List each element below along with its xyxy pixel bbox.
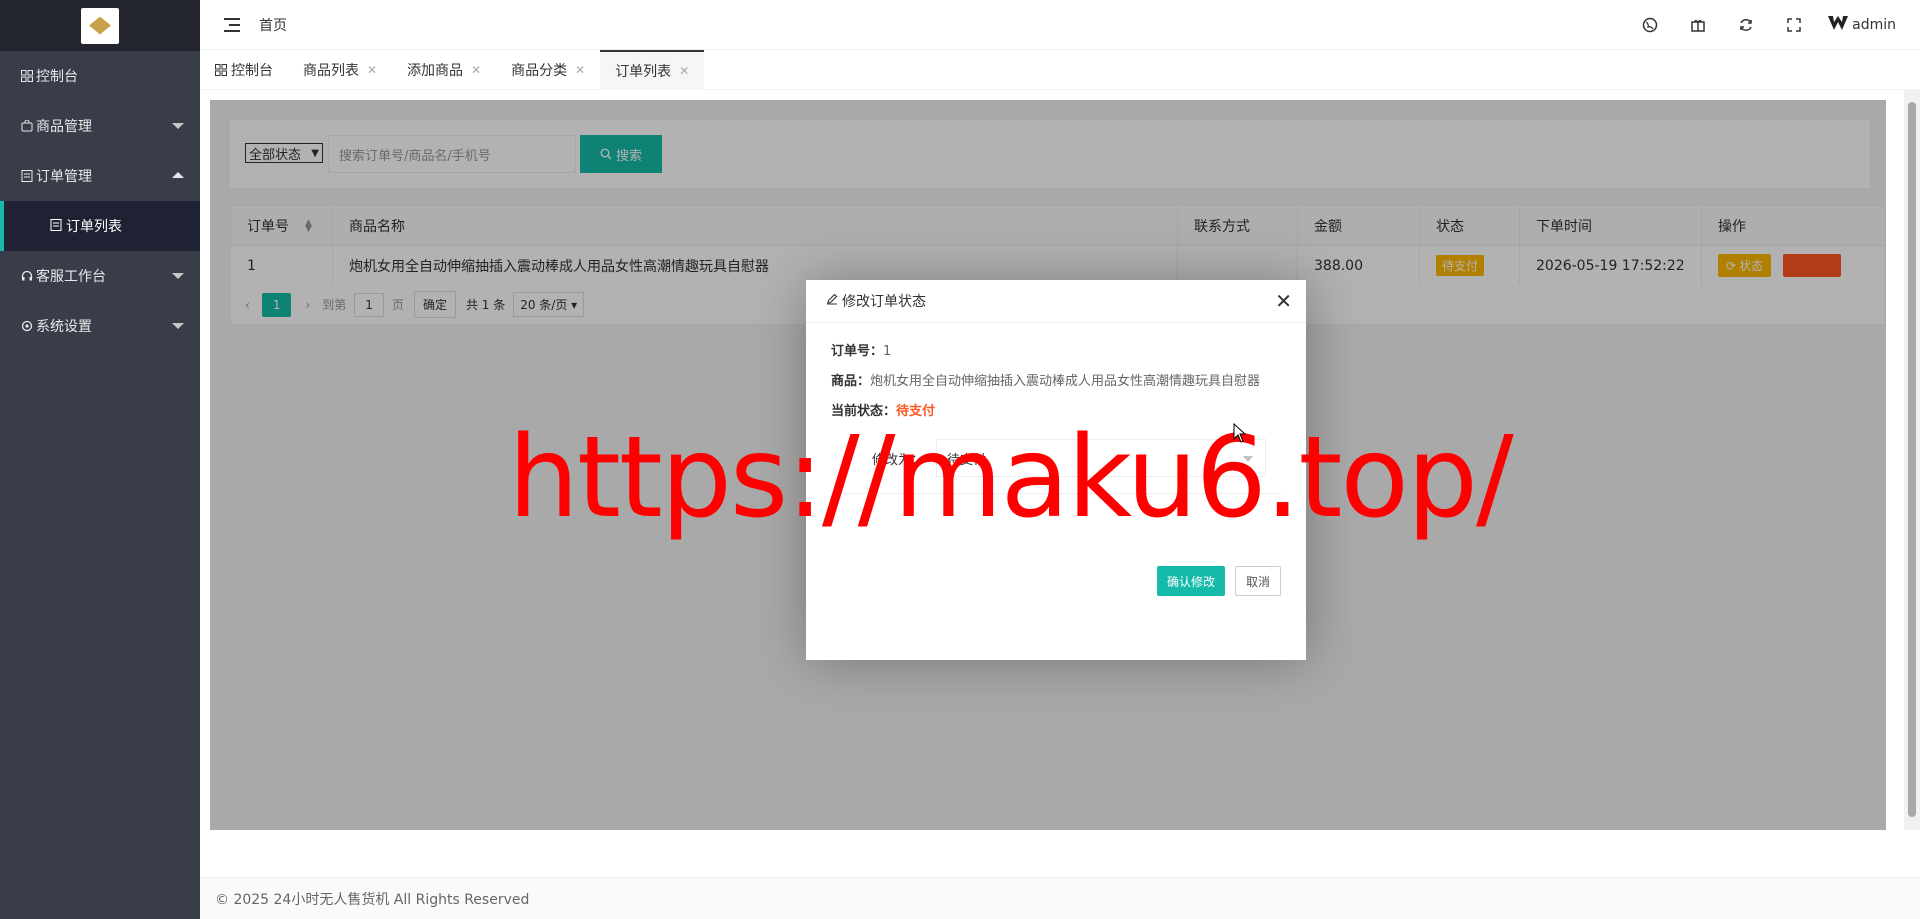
- mouse-cursor-icon: [1233, 423, 1247, 443]
- close-icon[interactable]: ✕: [367, 63, 377, 77]
- clear-cache-icon[interactable]: [1674, 0, 1722, 50]
- sidebar-item-label: 订单列表: [66, 219, 122, 235]
- tab-label: 控制台: [231, 63, 273, 79]
- scrollbar[interactable]: [1904, 90, 1920, 830]
- watermark-text: https://maku6.top/: [508, 413, 1514, 543]
- modal-title: 修改订单状态: [842, 294, 926, 310]
- sidebar-item-label: 系统设置: [36, 319, 92, 335]
- tab-label: 添加商品: [407, 63, 464, 79]
- sidebar-item-order-list[interactable]: 订单列表: [0, 201, 200, 251]
- close-icon[interactable]: ✕: [471, 63, 481, 77]
- sidebar-item-support[interactable]: 客服工作台: [0, 251, 200, 301]
- close-icon[interactable]: ✕: [679, 64, 689, 78]
- copyright: © 2025 24小时无人售货机 All Rights Reserved: [215, 891, 530, 908]
- scrollbar-thumb[interactable]: [1908, 102, 1916, 817]
- list-icon: [20, 169, 34, 183]
- fullscreen-icon[interactable]: [1770, 0, 1818, 50]
- sidebar-item-label: 控制台: [36, 69, 78, 85]
- header-actions: admin: [1626, 0, 1920, 50]
- tab-bar: 控制台 商品列表 ✕ 添加商品 ✕ 商品分类 ✕ 订单列表 ✕: [200, 50, 1920, 90]
- tab-dashboard[interactable]: 控制台: [200, 50, 288, 90]
- bag-icon: [20, 119, 34, 133]
- tab-product-list[interactable]: 商品列表 ✕: [288, 50, 392, 90]
- close-icon[interactable]: ✕: [575, 63, 585, 77]
- tab-label: 商品列表: [303, 63, 359, 79]
- menu-toggle-icon[interactable]: [224, 17, 240, 32]
- sidebar-item-dashboard[interactable]: 控制台: [0, 51, 200, 101]
- cancel-button[interactable]: 取消: [1234, 566, 1281, 596]
- sidebar-item-label: 订单管理: [36, 169, 92, 185]
- sidebar-item-orders[interactable]: 订单管理: [0, 151, 200, 201]
- sidebar-item-settings[interactable]: 系统设置: [0, 301, 200, 351]
- confirm-button[interactable]: 确认修改: [1156, 566, 1225, 596]
- logo-area: [0, 0, 200, 51]
- avatar-icon: [1828, 16, 1849, 34]
- gear-icon: [20, 319, 34, 333]
- logo[interactable]: [81, 7, 119, 44]
- chevron-up-icon: [172, 172, 184, 178]
- close-icon[interactable]: ✕: [1275, 291, 1292, 311]
- refresh-icon[interactable]: [1722, 0, 1770, 50]
- modal-actions: 确认修改 取消: [1147, 566, 1281, 596]
- chevron-down-icon: [172, 123, 184, 129]
- modal-header: 修改订单状态 ✕: [806, 280, 1306, 323]
- order-id-line: 订单号：1: [831, 344, 892, 359]
- username: admin: [1852, 17, 1896, 33]
- chevron-down-icon: [172, 323, 184, 329]
- dashboard-icon: [20, 69, 34, 83]
- sidebar-item-label: 客服工作台: [36, 269, 106, 285]
- headset-icon: [20, 269, 34, 283]
- dashboard-icon: [215, 64, 227, 76]
- product-line: 商品：炮机女用全自动伸缩抽插入震动棒成人用品女性高潮情趣玩具自慰器: [831, 374, 1261, 389]
- chevron-down-icon: [172, 273, 184, 279]
- top-header: 首页 admin: [200, 0, 1920, 50]
- sidebar-item-label: 商品管理: [36, 119, 92, 135]
- footer: © 2025 24小时无人售货机 All Rights Reserved: [200, 877, 1920, 919]
- user-menu[interactable]: admin: [1818, 16, 1920, 34]
- globe-icon[interactable]: [1626, 0, 1674, 50]
- list-icon: [50, 219, 64, 233]
- tab-label: 订单列表: [615, 64, 672, 80]
- sidebar: 控制台 商品管理 订单管理 订单列表 客服工作台 系统设置: [0, 0, 200, 919]
- tab-product-category[interactable]: 商品分类 ✕: [496, 50, 600, 90]
- edit-icon: [826, 293, 838, 309]
- tab-label: 商品分类: [511, 63, 568, 79]
- sidebar-item-products[interactable]: 商品管理: [0, 101, 200, 151]
- tab-add-product[interactable]: 添加商品 ✕: [392, 50, 496, 90]
- tab-order-list[interactable]: 订单列表 ✕: [600, 50, 705, 90]
- breadcrumb[interactable]: 首页: [259, 15, 287, 35]
